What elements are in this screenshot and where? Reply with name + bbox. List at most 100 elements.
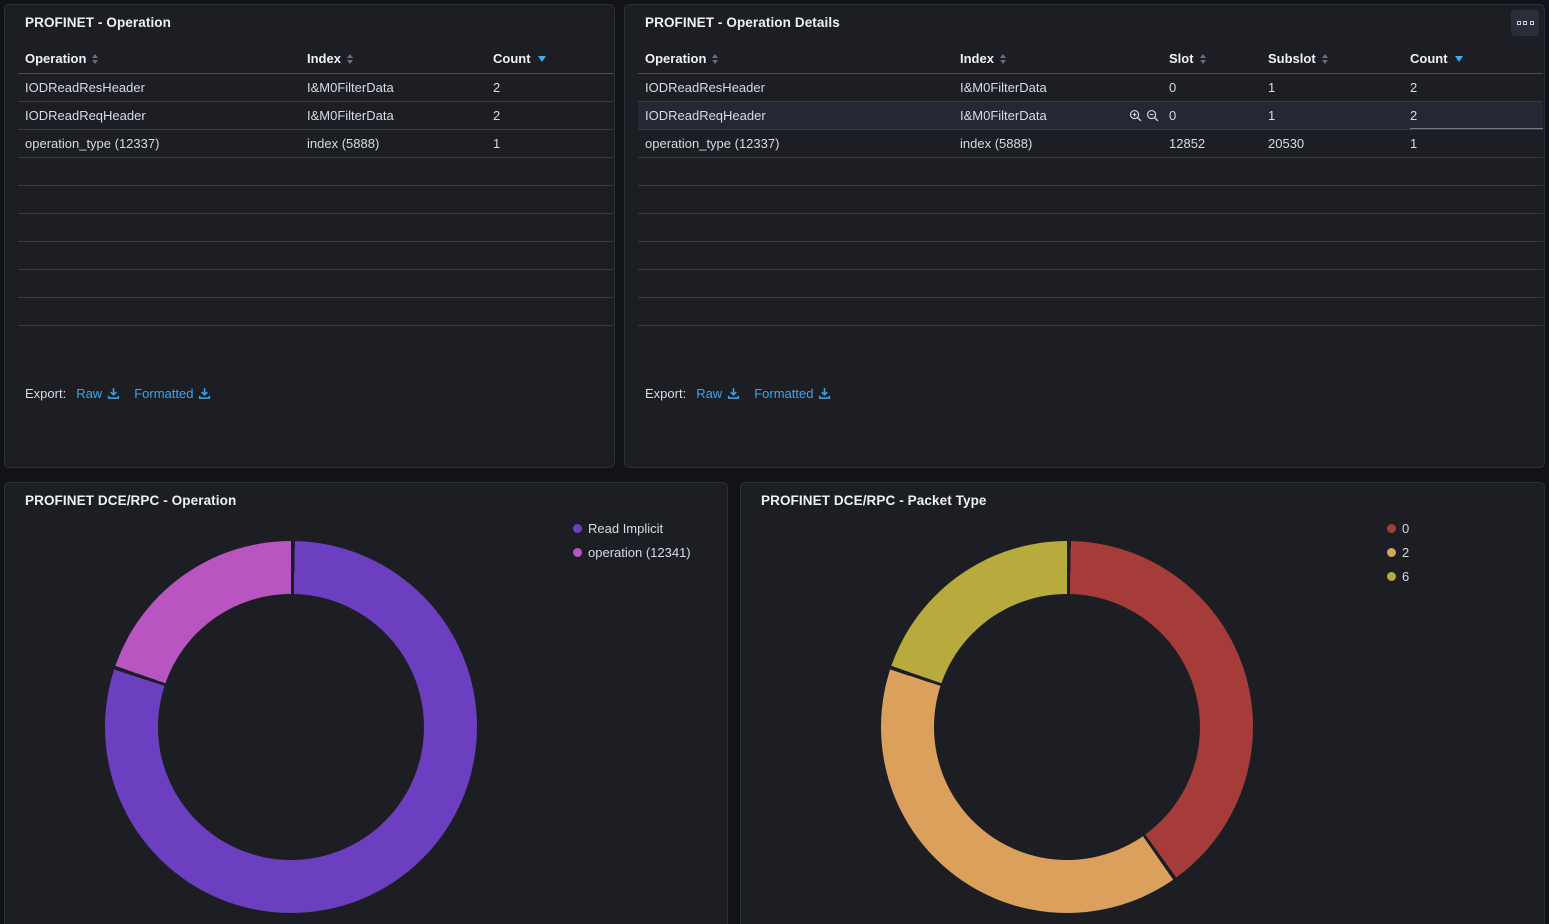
sort-icon[interactable] xyxy=(1322,54,1328,64)
column-label: Operation xyxy=(25,51,86,66)
export-raw-label: Raw xyxy=(696,386,722,401)
sort-icon[interactable] xyxy=(92,54,98,64)
table-row-empty xyxy=(18,298,613,326)
legend-item[interactable]: 2 xyxy=(1387,540,1409,564)
download-icon xyxy=(818,387,831,400)
table-header-row: Operation Index Count xyxy=(18,44,613,74)
magnify-minus-icon[interactable] xyxy=(1146,109,1159,122)
cell-value: IODReadResHeader xyxy=(25,80,145,95)
panel-title: PROFINET DCE/RPC - Packet Type xyxy=(741,483,1544,508)
table-cell: IODReadResHeader xyxy=(18,80,307,95)
cell-value: I&M0FilterData xyxy=(307,108,394,123)
table-cell: 2 xyxy=(493,80,613,95)
sort-icon[interactable] xyxy=(1000,54,1006,64)
cell-value: 20530 xyxy=(1268,136,1304,151)
table-row[interactable]: IODReadResHeaderI&M0FilterData012 xyxy=(638,74,1543,102)
export-raw-link[interactable]: Raw xyxy=(76,386,120,401)
table-row[interactable]: operation_type (12337) index (5888) 12852 2… xyxy=(638,130,1543,158)
table-row-empty xyxy=(18,214,613,242)
panel-menu-button[interactable] xyxy=(1511,10,1539,36)
table-cell: 0 xyxy=(1169,108,1268,123)
cell-value: 2 xyxy=(493,80,500,95)
panel-title: PROFINET - Operation xyxy=(5,5,614,30)
legend-label: 0 xyxy=(1402,521,1409,536)
cell-value: 12852 xyxy=(1169,136,1205,151)
cell-value: I&M0FilterData xyxy=(307,80,394,95)
legend-dot-icon xyxy=(1387,524,1396,533)
column-label: Count xyxy=(493,51,531,66)
legend-item[interactable]: operation (12341) xyxy=(573,540,691,564)
table-row-empty xyxy=(638,214,1543,242)
table-row[interactable]: IODReadReqHeaderI&M0FilterData012 xyxy=(638,102,1543,130)
sort-desc-icon[interactable] xyxy=(1455,56,1463,62)
cell-value: IODReadReqHeader xyxy=(25,108,146,123)
table-cell: 1 xyxy=(1268,80,1410,95)
column-label: Slot xyxy=(1169,51,1194,66)
download-icon xyxy=(198,387,211,400)
cell-value: index (5888) xyxy=(960,136,1032,151)
table-cell: I&M0FilterData xyxy=(960,108,1169,123)
panel-dcerpc-packet-type: PROFINET DCE/RPC - Packet Type 0 2 6 xyxy=(740,482,1545,924)
column-header-count[interactable]: Count xyxy=(493,51,613,66)
magnify-plus-icon[interactable] xyxy=(1129,109,1142,122)
export-bar: Export: Raw Formatted xyxy=(25,386,211,401)
legend-item[interactable]: 6 xyxy=(1387,564,1409,588)
export-formatted-label: Formatted xyxy=(134,386,193,401)
table-cell: 20530 xyxy=(1268,136,1410,151)
column-header-operation[interactable]: Operation xyxy=(18,51,307,66)
donut-chart[interactable] xyxy=(105,541,477,913)
table-row-empty xyxy=(638,298,1543,326)
panel-profinet-operation: PROFINET - Operation Operation Index Count… xyxy=(4,4,615,468)
export-bar: Export: Raw Formatted xyxy=(645,386,831,401)
column-label: Subslot xyxy=(1268,51,1316,66)
legend-item[interactable]: Read Implicit xyxy=(573,516,691,540)
export-formatted-link[interactable]: Formatted xyxy=(134,386,211,401)
table-row-empty xyxy=(18,270,613,298)
sort-icon[interactable] xyxy=(1200,54,1206,64)
legend-label: 2 xyxy=(1402,545,1409,560)
column-header-subslot[interactable]: Subslot xyxy=(1268,51,1410,66)
column-label: Index xyxy=(307,51,341,66)
table-cell: I&M0FilterData xyxy=(307,80,493,95)
table-header-row: OperationIndex Slot Subslot Count xyxy=(638,44,1543,74)
column-header-index[interactable]: Index xyxy=(307,51,493,66)
cell-value: 1 xyxy=(1268,108,1275,123)
column-header-count[interactable]: Count xyxy=(1410,51,1543,66)
legend-item[interactable]: 0 xyxy=(1387,516,1409,540)
export-raw-link[interactable]: Raw xyxy=(696,386,740,401)
table-cell: I&M0FilterData xyxy=(307,108,493,123)
sort-desc-icon[interactable] xyxy=(538,56,546,62)
export-formatted-link[interactable]: Formatted xyxy=(754,386,831,401)
chart-legend: Read Implicit operation (12341) xyxy=(573,516,691,564)
table-cell: operation_type (12337) xyxy=(638,136,960,151)
legend-dot-icon xyxy=(573,524,582,533)
sort-icon[interactable] xyxy=(347,54,353,64)
cell-value: 2 xyxy=(1410,108,1417,123)
cell-value: 1 xyxy=(1410,136,1417,151)
donut-chart[interactable] xyxy=(881,541,1253,913)
cell-value: 0 xyxy=(1169,80,1176,95)
column-header-slot[interactable]: Slot xyxy=(1169,51,1268,66)
sort-icon[interactable] xyxy=(712,54,718,64)
download-icon xyxy=(107,387,120,400)
column-header-index[interactable]: Index xyxy=(960,51,1169,66)
panel-dcerpc-operation: PROFINET DCE/RPC - Operation Read Implic… xyxy=(4,482,728,924)
legend-dot-icon xyxy=(1387,572,1396,581)
table-row[interactable]: IODReadReqHeader I&M0FilterData 2 xyxy=(18,102,613,130)
table-row-empty xyxy=(638,270,1543,298)
cell-value: operation_type (12337) xyxy=(645,136,779,151)
cell-value: index (5888) xyxy=(307,136,379,151)
table-cell: 12852 xyxy=(1169,136,1268,151)
table-row[interactable]: operation_type (12337)index (5888)1 xyxy=(18,130,613,158)
table-cell: 2 xyxy=(493,108,613,123)
legend-label: 6 xyxy=(1402,569,1409,584)
legend-label: Read Implicit xyxy=(588,521,663,536)
panel-menu-icon xyxy=(1517,21,1521,25)
chart-legend: 0 2 6 xyxy=(1387,516,1409,588)
export-label: Export: xyxy=(25,386,66,401)
table-row[interactable]: IODReadResHeader I&M0FilterData 2 xyxy=(18,74,613,102)
column-label: Index xyxy=(960,51,994,66)
column-header-operation[interactable]: Operation xyxy=(638,51,960,66)
table-cell: 1 xyxy=(1268,108,1410,123)
panel-menu-icon xyxy=(1523,21,1527,25)
